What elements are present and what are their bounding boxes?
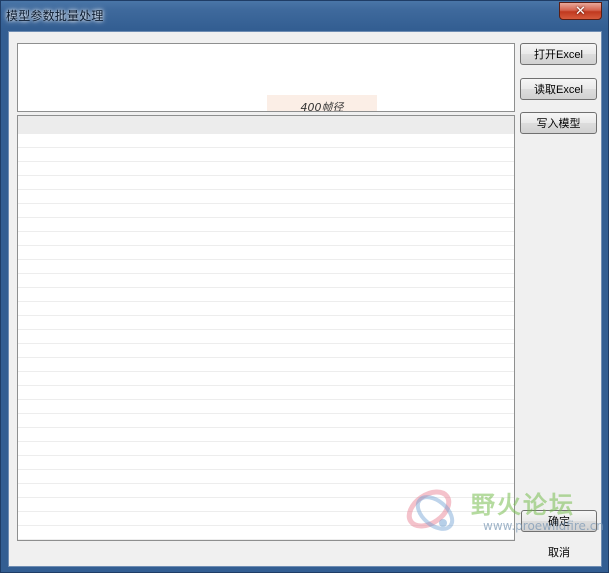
preview-panel: 400帧径	[17, 43, 515, 112]
preview-image-snippet: 400帧径	[267, 95, 377, 111]
close-icon: ✕	[575, 3, 586, 19]
horizontal-scroll-area	[17, 543, 515, 563]
dialog-window: 模型参数批量处理 ✕ 400帧径 打开Excel 读取Excel 写入模型 确定…	[0, 0, 609, 573]
write-model-button[interactable]: 写入模型	[520, 112, 597, 134]
close-button[interactable]: ✕	[559, 2, 602, 20]
grid-header	[18, 116, 514, 135]
ok-button[interactable]: 确定	[521, 510, 597, 532]
open-excel-button[interactable]: 打开Excel	[520, 43, 597, 65]
window-title: 模型参数批量处理	[6, 9, 104, 23]
dialog-client-area: 400帧径 打开Excel 读取Excel 写入模型 确定 取消	[8, 31, 602, 567]
grid-rows	[18, 134, 514, 540]
cancel-button[interactable]: 取消	[521, 541, 597, 563]
title-bar[interactable]: 模型参数批量处理 ✕	[1, 1, 608, 31]
data-grid[interactable]	[17, 115, 515, 541]
read-excel-button[interactable]: 读取Excel	[520, 78, 597, 100]
